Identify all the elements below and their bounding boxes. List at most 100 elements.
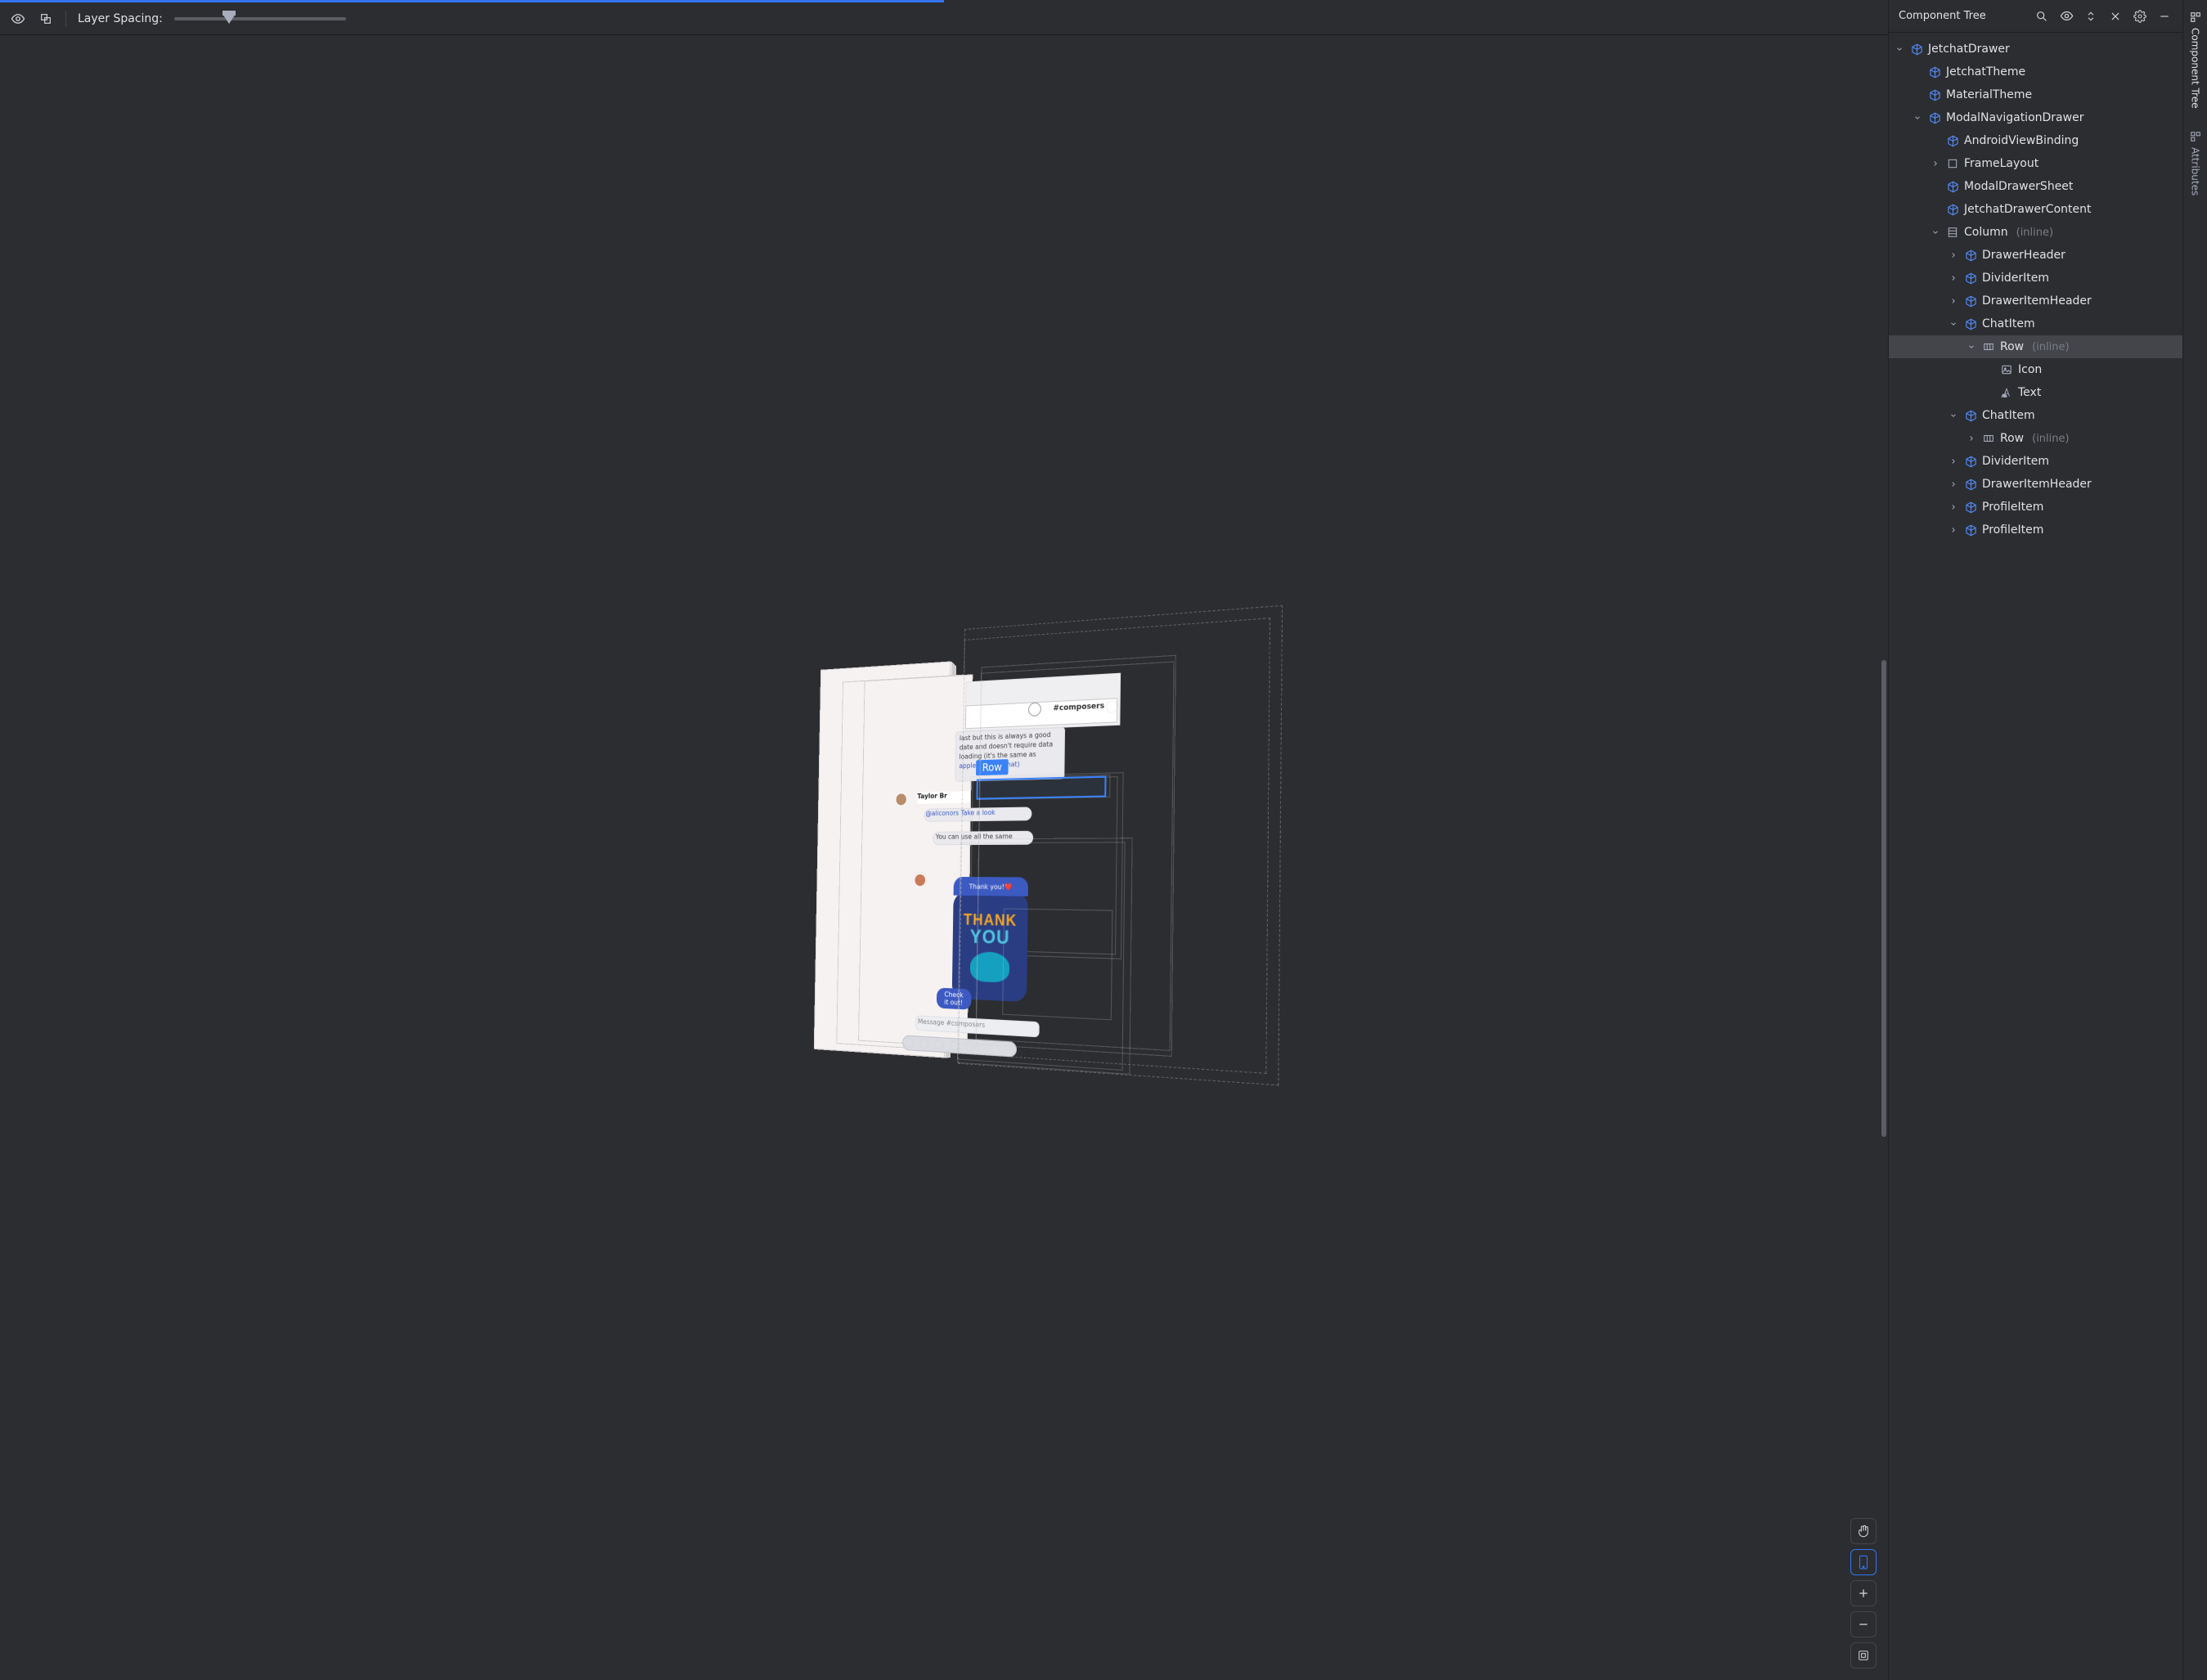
tree-row[interactable]: ProfileItem: [1889, 496, 2182, 519]
eye-icon[interactable]: [2058, 8, 2074, 25]
tree-node-label: ChatItem: [1982, 317, 2035, 330]
toolbar-separator: [65, 11, 66, 27]
cube-icon: [1964, 317, 1977, 330]
tree-node-label: ProfileItem: [1982, 523, 2043, 537]
chevron-right-icon[interactable]: [1948, 297, 1959, 305]
tree-row[interactable]: Row (inline): [1889, 335, 2182, 358]
tree-row[interactable]: DividerItem: [1889, 450, 2182, 473]
eye-icon[interactable]: [10, 11, 26, 27]
chevron-right-icon[interactable]: [1948, 503, 1959, 511]
wireframe-layer: [958, 604, 1283, 1085]
minimize-icon[interactable]: [2156, 8, 2173, 25]
cube-icon: [1910, 43, 1923, 56]
tree-node-label: ModalDrawerSheet: [1964, 180, 2073, 193]
tree-row[interactable]: ChatItem: [1889, 404, 2182, 427]
chevron-right-icon[interactable]: [1948, 457, 1959, 465]
tree-node-label: Icon: [2018, 363, 2042, 376]
zoom-fit-button[interactable]: [1850, 1642, 1877, 1669]
layer-spacing-slider[interactable]: [174, 17, 346, 20]
expand-collapse-icon[interactable]: [2083, 8, 2099, 25]
tree-row[interactable]: ModalNavigationDrawer: [1889, 106, 2182, 129]
cube-icon: [1964, 455, 1977, 468]
cube-icon: [1928, 65, 1941, 79]
tree-node-label: Row: [2000, 340, 2024, 353]
chevron-down-icon[interactable]: [1930, 228, 1941, 236]
canvas-toolbar: Layer Spacing:: [0, 2, 1888, 35]
author-name: Taylor Br: [917, 792, 947, 800]
vtab-label: Component Tree: [2190, 28, 2201, 108]
compose-icon: [919, 1038, 928, 1049]
canvas-pane: Layer Spacing: #compos: [0, 0, 1888, 1680]
avatar: [914, 873, 926, 886]
tree-title: Component Tree: [1899, 10, 2025, 22]
canvas-3d-viewport[interactable]: #composers last but this is always a goo…: [0, 35, 1888, 1680]
cube-icon: [1964, 249, 1977, 262]
tree-row[interactable]: ModalDrawerSheet: [1889, 175, 2182, 198]
avatar: [895, 793, 907, 806]
tree-row[interactable]: ChatItem: [1889, 312, 2182, 335]
tree-row[interactable]: Icon: [1889, 358, 2182, 381]
chevron-right-icon[interactable]: [1966, 434, 1977, 442]
cube-icon: [1964, 523, 1977, 537]
tree-node-label: DrawerHeader: [1982, 249, 2065, 262]
zoom-controls: [1850, 1518, 1877, 1669]
tree-node-label: DividerItem: [1982, 455, 2049, 468]
column-icon: [1946, 226, 1959, 239]
inline-tag: (inline): [2032, 341, 2069, 353]
tree-node-label: ProfileItem: [1982, 501, 2043, 514]
tree-node-label: Row: [2000, 432, 2024, 445]
tree-body[interactable]: JetchatDrawer JetchatTheme MaterialTheme Mo…: [1889, 33, 2182, 1680]
tree-row[interactable]: Column(inline): [1889, 221, 2182, 244]
cube-icon: [1964, 478, 1977, 491]
tree-row[interactable]: DrawerItemHeader: [1889, 473, 2182, 496]
row-icon: [1982, 340, 1995, 353]
tree-node-label: JetchatTheme: [1946, 65, 2025, 79]
overlays-icon[interactable]: [38, 11, 54, 27]
tree-node-label: MaterialTheme: [1946, 88, 2032, 101]
chevron-down-icon[interactable]: [1948, 411, 1959, 420]
tree-node-label: AndroidViewBinding: [1964, 134, 2079, 147]
image-icon: [2000, 363, 2013, 376]
canvas-scrollbar[interactable]: [1881, 660, 1886, 1137]
chevron-right-icon[interactable]: [1930, 159, 1941, 168]
chevron-down-icon[interactable]: [1912, 114, 1923, 122]
tree-row[interactable]: DrawerHeader: [1889, 244, 2182, 267]
tree-row[interactable]: FrameLayout: [1889, 152, 2182, 175]
pan-button[interactable]: [1850, 1518, 1877, 1544]
tree-row[interactable]: JetchatTheme: [1889, 61, 2182, 83]
zoom-out-button[interactable]: [1850, 1611, 1877, 1637]
cube-icon: [1964, 501, 1977, 514]
chevron-down-icon[interactable]: [1894, 45, 1905, 53]
tree-node-label: DrawerItemHeader: [1982, 478, 2092, 491]
vtab-attributes[interactable]: Attributes: [2188, 126, 2203, 200]
layer-spacing-label: Layer Spacing:: [78, 12, 163, 25]
search-icon[interactable]: [2034, 8, 2050, 25]
tree-row[interactable]: JetchatDrawer: [1889, 38, 2182, 61]
cube-icon: [1946, 134, 1959, 147]
close-icon[interactable]: [2107, 8, 2124, 25]
tree-row[interactable]: AbText: [1889, 381, 2182, 404]
tree-row[interactable]: DividerItem: [1889, 267, 2182, 290]
tree-node-label: JetchatDrawer: [1928, 43, 2010, 56]
inline-tag: (inline): [2032, 433, 2069, 445]
vtab-component-tree[interactable]: Component Tree: [2188, 7, 2203, 113]
device-frame-button[interactable]: [1850, 1549, 1877, 1575]
zoom-in-button[interactable]: [1850, 1580, 1877, 1606]
slider-thumb[interactable]: [222, 14, 236, 24]
tree-row[interactable]: AndroidViewBinding: [1889, 129, 2182, 152]
tree-row[interactable]: Row (inline): [1889, 427, 2182, 450]
chevron-down-icon[interactable]: [1966, 343, 1977, 351]
chevron-right-icon[interactable]: [1948, 274, 1959, 282]
chevron-right-icon[interactable]: [1948, 480, 1959, 488]
tree-row[interactable]: JetchatDrawerContent: [1889, 198, 2182, 221]
inline-tag: (inline): [2016, 227, 2053, 239]
tree-row[interactable]: ProfileItem: [1889, 519, 2182, 541]
tree-node-label: ChatItem: [1982, 409, 2035, 422]
chevron-down-icon[interactable]: [1948, 320, 1959, 328]
chevron-right-icon[interactable]: [1948, 526, 1959, 534]
tree-row[interactable]: MaterialTheme: [1889, 83, 2182, 106]
tree-row[interactable]: DrawerItemHeader: [1889, 290, 2182, 312]
gear-icon[interactable]: [2132, 8, 2148, 25]
chevron-right-icon[interactable]: [1948, 251, 1959, 259]
tree-node-label: DrawerItemHeader: [1982, 294, 2092, 308]
